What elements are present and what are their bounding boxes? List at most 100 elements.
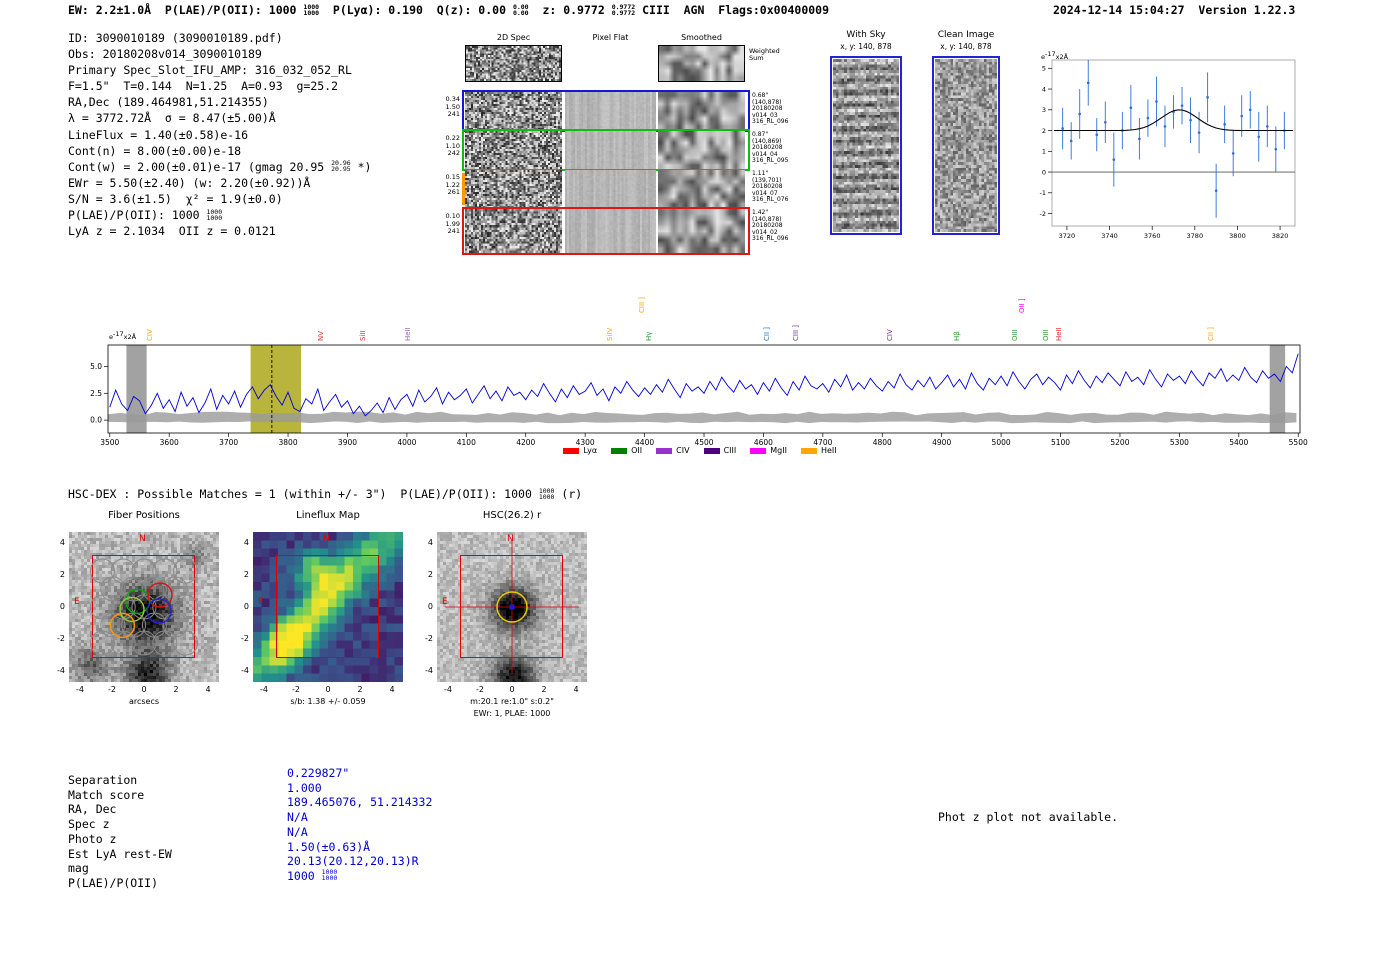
text-segment: 189.465076, 51.214332 — [287, 795, 433, 810]
emission-line-marker: CIII ] — [638, 296, 646, 313]
info-line: λ = 3772.72Å σ = 8.47(±5.00)Å — [68, 110, 371, 126]
info-line: Cont(n) = 8.00(±0.00)e-18 — [68, 143, 371, 159]
stacked-fraction: 0.9772 0.9772 — [612, 3, 635, 16]
fit-data-point — [1214, 189, 1218, 193]
hsc-matches-line: HSC-DEX : Possible Matches = 1 (within +… — [68, 486, 582, 502]
info-line: LyA z = 2.1034 OII z = 0.0121 — [68, 223, 371, 239]
legend-swatch — [800, 447, 817, 454]
text-segment: 1.50(±0.63)Å — [287, 839, 371, 854]
cutout-xlabel-2: m:20.1 re:1.0" s:0.2" — [470, 697, 554, 706]
text-segment: RA,Dec (189.464981,51.214355) — [68, 95, 269, 110]
emission-line-marker: SiIV — [606, 327, 614, 341]
text-segment: 1000 — [287, 868, 322, 883]
smoothed-2d-image — [658, 170, 745, 208]
fraction-bottom: 1000 — [321, 874, 338, 883]
cutout-y-tick-label: 0 — [427, 602, 433, 611]
with-sky-image — [833, 59, 899, 232]
cutout-y-tick-label: 2 — [427, 570, 433, 579]
stacked-fraction: -17 — [1045, 51, 1056, 58]
cutout-title-0: Fiber Positions — [108, 510, 180, 521]
fit-y-tick-label: 3 — [1042, 106, 1046, 114]
clean-image-image — [935, 59, 997, 232]
fiber-row-right-labels: 1.42" (140,878) 20180208 v014_02 316_RL_096 — [752, 209, 788, 243]
fit-data-point — [1086, 81, 1090, 85]
emission-line-marker: CIV — [886, 329, 894, 341]
match-table-label: Est LyA rest-EW — [68, 846, 172, 861]
legend-item: OII — [611, 446, 642, 455]
match-table-value: 20.13(20.12,20.13)R — [287, 853, 419, 869]
cutout-x-tick-label: 4 — [205, 685, 211, 694]
match-table-value: 1000 1000 1000 — [287, 868, 337, 884]
spectrum-y-tick-label: 2.5 — [90, 389, 102, 398]
fit-x-tick-label: 3800 — [1229, 232, 1246, 240]
fit-y-tick-label: 5 — [1042, 65, 1046, 73]
emission-line-marker: SiII — [359, 330, 367, 341]
match-table-value: 1.50(±0.63)Å — [287, 839, 370, 855]
fit-data-point — [1138, 137, 1141, 141]
fiber-row-right-labels: 0.87" (140,869) 20180208 v014_04 316_RL_095 — [752, 131, 789, 165]
text-segment: ID: 3090010189 (3090010189.pdf) — [68, 31, 283, 45]
emission-line-marker: NV — [317, 330, 325, 341]
fiber-id-line: 316_RL_095 — [752, 157, 789, 165]
text-segment: Cont(w) = 2.00(±0.01)e-17 (gmag 20.95 — [68, 159, 332, 174]
legend-label: OII — [631, 446, 643, 455]
pixel-flat-image — [565, 170, 656, 208]
spec2d-image — [465, 170, 562, 208]
legend-label: CIII — [723, 446, 737, 455]
cutout-y-tick-label: -4 — [57, 666, 65, 675]
fit-data-point — [1240, 114, 1244, 118]
match-table-value: 1.000 — [287, 780, 322, 796]
col-header-smoothed: Smoothed — [681, 33, 722, 42]
match-table-value: 0.229827" — [287, 765, 349, 781]
cutout-x-tick-label: 0 — [509, 685, 515, 694]
text-segment: N/A — [287, 810, 308, 825]
col-header-2d-spec: 2D Spec — [496, 33, 531, 42]
spectrum-units-label: e -17 x2Å — [109, 331, 136, 341]
text-segment: CIII AGN Flags:0x00400009 — [635, 3, 830, 17]
fit-y-tick-label: 2 — [1042, 127, 1046, 135]
smoothed-2d-image — [658, 45, 745, 82]
cutout-y-tick-label: -4 — [241, 666, 249, 675]
stacked-fraction: 20.96 20.95 — [331, 160, 351, 173]
info-line: LineFlux = 1.40(±0.58)e-16 — [68, 127, 371, 143]
info-line: RA,Dec (189.464981,51.214355) — [68, 94, 371, 110]
text-segment: LineFlux = 1.40(±0.58)e-16 — [68, 127, 249, 142]
cutout-y-tick-label: 2 — [243, 570, 249, 579]
legend-swatch — [563, 447, 580, 454]
header-datetime-version: 2024-12-14 15:04:27 Version 1.22.3 — [1053, 3, 1295, 17]
compass-north-label: N — [323, 534, 330, 544]
fraction-bottom: 1000 — [538, 492, 555, 501]
emission-line-marker: OIII — [1042, 329, 1050, 341]
fiber-row-right-labels: 1.11" (139,701) 20180208 v014_07 316_RL_076 — [752, 170, 788, 204]
clean-image-subtitle: x, y: 140, 878 — [940, 42, 992, 51]
elixer-report-page: EW: 2.2±1.0Å P(LAE)/P(OII): 1000 1000 100… — [0, 0, 1400, 953]
fit-data-point — [1223, 123, 1226, 126]
fit-x-tick-label: 3780 — [1187, 232, 1204, 240]
selected-fiber-circle — [146, 598, 172, 624]
fit-data-point — [1265, 125, 1269, 128]
emission-line-marker: HeII — [1055, 327, 1063, 341]
emission-line-marker: OIII — [1011, 329, 1019, 341]
spec2d-image — [465, 45, 562, 82]
emission-line-marker: CIII ] — [792, 324, 800, 341]
fiber-row-left-labels: 0.34 1.50 241 — [438, 95, 460, 119]
clean-image-title: Clean Image — [937, 30, 995, 40]
fit-y-tick-label: 4 — [1042, 85, 1046, 93]
cutout-x-tick-label: -2 — [108, 685, 116, 694]
emission-line-marker: CIV — [146, 329, 154, 341]
match-table-value: N/A — [287, 824, 308, 840]
fiber-weight-value: 261 — [447, 188, 460, 197]
cutout-x-tick-label: 0 — [141, 685, 147, 694]
fit-data-point — [1274, 147, 1278, 151]
info-line: P(LAE)/P(OII): 1000 1000 1000 — [68, 207, 371, 223]
cutout-xlabel-0: arcsecs — [128, 697, 160, 706]
fit-data-point — [1069, 139, 1073, 143]
text-segment: EWr = 5.50(±2.40) (w: 2.20(±0.92))Å — [68, 175, 311, 190]
fit-data-point — [1078, 112, 1082, 116]
spec2d-image — [465, 131, 562, 169]
cutout-y-tick-label: -2 — [57, 634, 65, 643]
compass-east-label: E — [258, 597, 264, 607]
fit-data-point — [1206, 96, 1209, 99]
legend-item: Lyα — [563, 446, 597, 455]
emission-line-marker: Hβ — [953, 331, 961, 341]
